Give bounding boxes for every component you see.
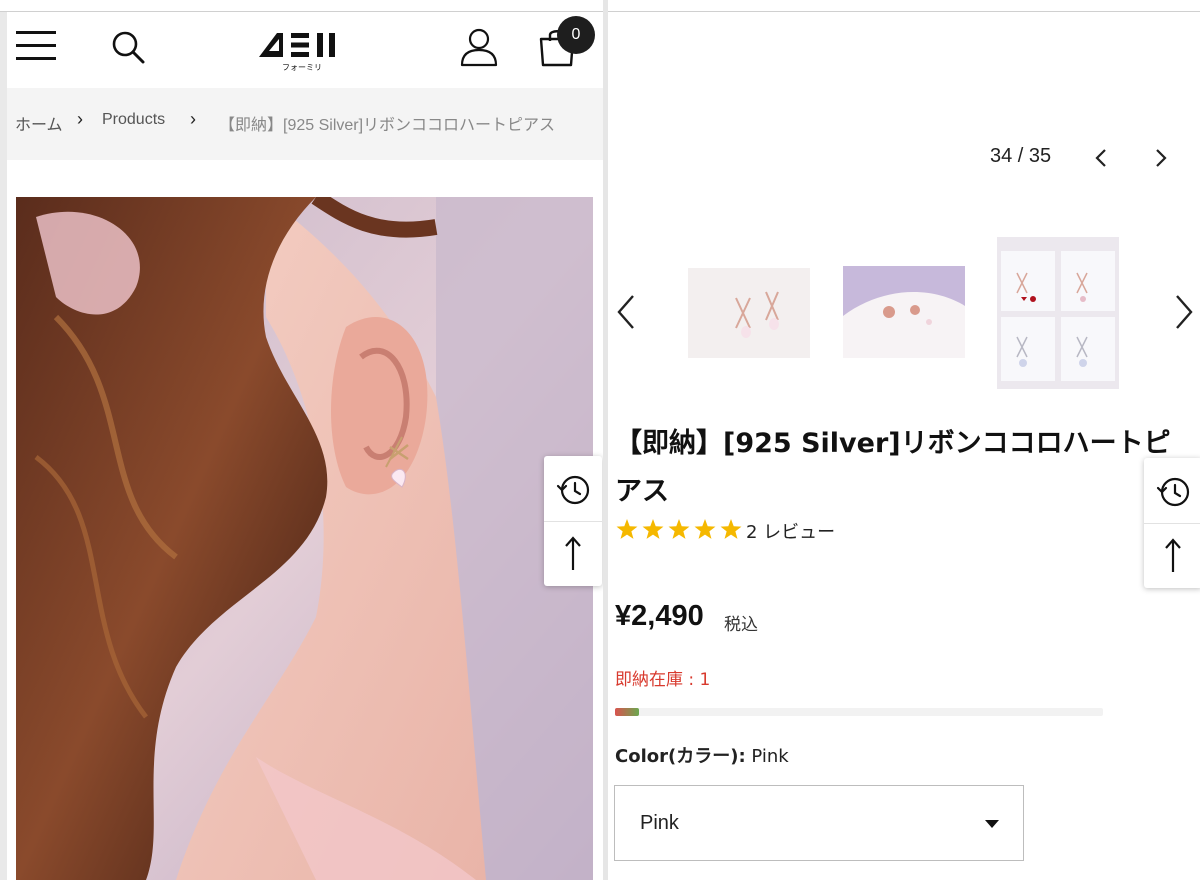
star-icon — [616, 519, 638, 539]
top-divider — [0, 0, 603, 12]
chevron-left-icon[interactable] — [613, 292, 639, 332]
product-main-photo[interactable] — [16, 197, 593, 880]
gallery-thumbnail-active[interactable] — [997, 237, 1119, 389]
logo-mark — [259, 33, 335, 57]
gallery-counter: 34 / 35 — [990, 145, 1052, 167]
left-page-view: フォーミリ 0 ホーム › Products › 【即納】[925 Silver… — [0, 0, 608, 880]
history-icon[interactable] — [1144, 458, 1200, 523]
brand-logo[interactable]: フォーミリ — [257, 27, 347, 73]
select-value: Pink — [640, 812, 679, 834]
cart-count-badge[interactable]: 0 — [557, 16, 595, 54]
site-header: フォーミリ 0 — [7, 13, 603, 88]
chevron-right-icon[interactable] — [1171, 292, 1197, 332]
stock-progress-bar — [615, 708, 1103, 716]
stock-progress-fill — [615, 708, 640, 716]
breadcrumb-products[interactable]: Products — [102, 111, 165, 129]
breadcrumb: ホーム › Products › 【即納】[925 Silver]リボンココロハ… — [7, 88, 603, 160]
color-select[interactable]: Pink — [614, 785, 1024, 861]
floating-actions — [544, 456, 602, 586]
star-icon — [694, 519, 716, 539]
review-count[interactable]: 2 レビュー — [746, 518, 835, 544]
stock-status: 即納在庫 : 1 — [615, 670, 711, 690]
product-title: 【即納】[925 Silver]リボンココロハートピアス — [615, 428, 1171, 507]
menu-icon[interactable] — [16, 31, 56, 61]
star-icon — [668, 519, 690, 539]
rating-stars[interactable] — [615, 518, 743, 542]
logo-subtitle: フォーミリ — [282, 63, 322, 72]
history-icon[interactable] — [544, 456, 602, 521]
right-page-view: 34 / 35 【即納】[925 Silver]リボンココロハートピアス 2 レ… — [608, 0, 1200, 880]
left-edge — [0, 0, 7, 880]
chevron-right-icon: › — [190, 109, 196, 129]
floating-actions — [1144, 458, 1200, 588]
chevron-right-icon[interactable] — [1151, 146, 1171, 170]
chevron-left-icon[interactable] — [1091, 146, 1111, 170]
tax-label: 税込 — [724, 615, 758, 635]
option-name: Color(カラー): — [615, 746, 746, 767]
chevron-right-icon: › — [77, 109, 83, 129]
breadcrumb-current: 【即納】[925 Silver]リボンココロハートピアス — [219, 117, 556, 134]
arrow-up-icon[interactable] — [544, 521, 602, 586]
search-icon[interactable] — [110, 29, 146, 65]
color-option-label: Color(カラー): Pink — [615, 742, 789, 768]
star-icon — [720, 519, 742, 539]
product-price: ¥2,490 — [615, 600, 704, 632]
top-divider — [608, 0, 1200, 12]
gallery-thumbnail[interactable] — [843, 266, 965, 358]
caret-down-icon — [985, 820, 999, 828]
star-icon — [642, 519, 664, 539]
user-icon[interactable] — [459, 27, 499, 67]
arrow-up-icon[interactable] — [1144, 523, 1200, 588]
breadcrumb-home[interactable]: ホーム — [15, 111, 63, 135]
gallery-thumbnail[interactable] — [688, 268, 810, 358]
option-value: Pink — [751, 746, 789, 767]
